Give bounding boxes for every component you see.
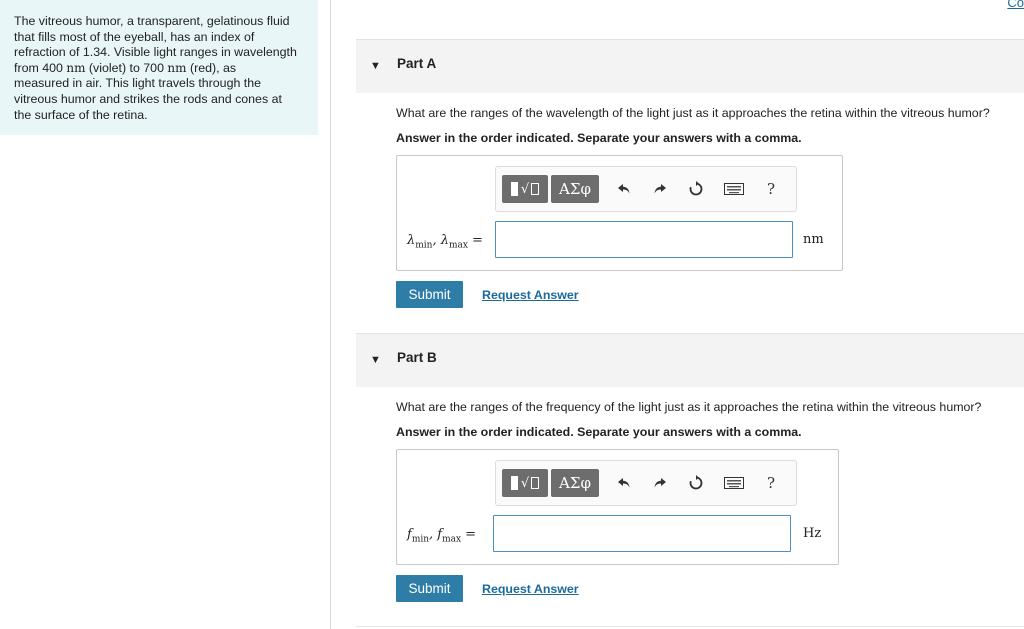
equals-sign: = bbox=[471, 233, 483, 248]
part-b-variable-label: fmin, fmax = bbox=[407, 527, 476, 545]
undo-icon[interactable] bbox=[613, 179, 635, 199]
part-b-title: Part B bbox=[397, 350, 437, 365]
reset-icon[interactable] bbox=[685, 179, 707, 199]
part-b-answer-box: √ ΑΣφ ? fmin, fmax = Hz bbox=[396, 449, 839, 565]
undo-icon[interactable] bbox=[613, 473, 635, 493]
problem-intro: The vitreous humor, a transparent, gelat… bbox=[0, 0, 318, 135]
part-a-answer-input[interactable] bbox=[495, 221, 793, 258]
collapse-triangle-icon[interactable]: ▼ bbox=[370, 60, 381, 72]
top-right-link[interactable]: Co bbox=[1007, 0, 1024, 10]
part-a-variable-label: λmin, λmax = bbox=[407, 233, 483, 251]
templates-icon[interactable]: √ bbox=[502, 469, 548, 497]
intro-text: (red), as bbox=[186, 60, 237, 75]
part-a-instruction: Answer in the order indicated. Separate … bbox=[396, 131, 802, 145]
templates-icon[interactable]: √ bbox=[502, 175, 548, 203]
part-a-header[interactable]: ▼ Part A bbox=[356, 39, 1024, 93]
intro-line: vitreous humor and strikes the rods and … bbox=[14, 91, 282, 106]
intro-text: from 400 bbox=[14, 60, 67, 75]
var-symbol: λ bbox=[440, 233, 449, 248]
help-icon[interactable]: ? bbox=[760, 473, 782, 493]
intro-line: that fills most of the eyeball, has an i… bbox=[14, 29, 255, 44]
intro-line: measured in air. This light travels thro… bbox=[14, 76, 262, 91]
intro-line: the surface of the retina. bbox=[14, 107, 148, 122]
part-b-request-answer-link[interactable]: Request Answer bbox=[482, 582, 579, 596]
redo-icon[interactable] bbox=[649, 179, 671, 199]
intro-text: (violet) to 700 bbox=[85, 60, 168, 75]
var-subscript: min bbox=[411, 534, 430, 545]
var-subscript: min bbox=[415, 240, 433, 251]
part-a-title: Part A bbox=[397, 56, 437, 71]
part-b-unit: Hz bbox=[803, 526, 822, 541]
var-symbol: λ bbox=[407, 233, 416, 248]
collapse-triangle-icon[interactable]: ▼ bbox=[370, 354, 381, 366]
part-b-instruction: Answer in the order indicated. Separate … bbox=[396, 425, 802, 439]
greek-symbols-button[interactable]: ΑΣφ bbox=[551, 175, 599, 203]
part-b-answer-input[interactable] bbox=[493, 515, 791, 552]
part-a-answer-box: √ ΑΣφ ? λmin, λmax = nm bbox=[396, 155, 843, 271]
part-a-question: What are the ranges of the wavelength of… bbox=[396, 106, 990, 120]
math-toolbar: √ ΑΣφ ? bbox=[495, 460, 797, 506]
intro-line: refraction of 1.34. Visible light ranges… bbox=[14, 45, 297, 60]
var-subscript: max bbox=[448, 240, 468, 251]
column-divider bbox=[330, 0, 331, 629]
unit-nm: nm bbox=[167, 60, 187, 75]
intro-line: The vitreous humor, a transparent, gelat… bbox=[14, 14, 290, 28]
part-a-unit: nm bbox=[803, 232, 824, 247]
math-toolbar: √ ΑΣφ ? bbox=[495, 166, 797, 212]
help-icon[interactable]: ? bbox=[760, 179, 782, 199]
greek-symbols-button[interactable]: ΑΣφ bbox=[551, 469, 599, 497]
part-b-header[interactable]: ▼ Part B bbox=[356, 333, 1024, 387]
keyboard-icon[interactable] bbox=[723, 179, 745, 199]
unit-nm: nm bbox=[66, 60, 86, 75]
keyboard-icon[interactable] bbox=[723, 473, 745, 493]
bottom-divider bbox=[356, 626, 1024, 627]
part-b-submit-button[interactable]: Submit bbox=[396, 575, 463, 602]
reset-icon[interactable] bbox=[685, 473, 707, 493]
part-a-submit-button[interactable]: Submit bbox=[396, 281, 463, 308]
intro-line: from 400 nm (violet) to 700 nm (red), as bbox=[14, 61, 304, 77]
redo-icon[interactable] bbox=[649, 473, 671, 493]
part-a-request-answer-link[interactable]: Request Answer bbox=[482, 288, 579, 302]
equals-sign: = bbox=[465, 527, 476, 542]
part-b-question: What are the ranges of the frequency of … bbox=[396, 400, 982, 414]
var-subscript: max bbox=[442, 534, 462, 545]
